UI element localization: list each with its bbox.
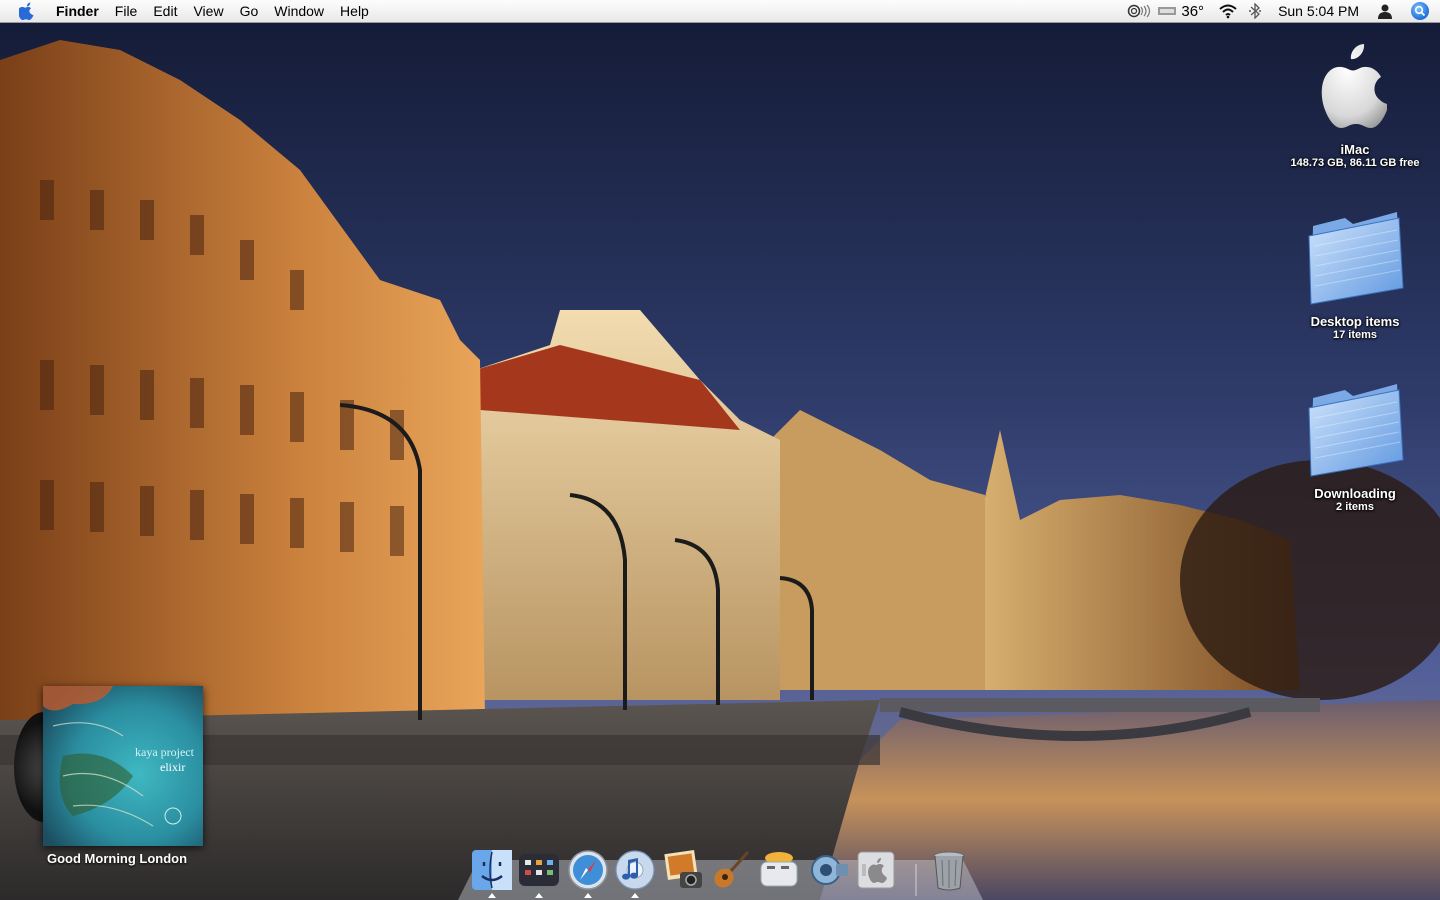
folder-icon: [1308, 384, 1404, 477]
menu-edit[interactable]: Edit: [145, 0, 185, 22]
wifi-icon[interactable]: [1218, 3, 1238, 19]
running-indicator: [488, 893, 496, 898]
desktop-wallpaper: [0, 0, 1440, 900]
desktop-item-imac[interactable]: iMac 148.73 GB, 86.11 GB free: [1280, 42, 1430, 169]
desktop-item-label: Downloading: [1314, 486, 1396, 501]
temperature-readout[interactable]: 36°: [1181, 3, 1204, 20]
desktop-item-label: Desktop items: [1310, 314, 1400, 329]
spotlight-icon[interactable]: [1411, 2, 1429, 20]
menu-window[interactable]: Window: [266, 0, 332, 22]
apple-icon[interactable]: [19, 2, 37, 20]
menu-bar: Finder File Edit View Go Window Help 36°…: [0, 0, 1440, 23]
menubar-clock[interactable]: Sun 5:04 PM: [1278, 3, 1359, 19]
weather-icon[interactable]: [1157, 6, 1177, 16]
dock-utility-icon[interactable]: [806, 848, 850, 892]
dock-system-icon[interactable]: [854, 848, 898, 892]
menu-go[interactable]: Go: [232, 0, 267, 22]
now-playing-track: Good Morning London: [47, 851, 188, 866]
menu-help[interactable]: Help: [332, 0, 377, 22]
user-icon[interactable]: [1377, 3, 1393, 19]
bluetooth-icon[interactable]: [1248, 3, 1262, 19]
desktop-item-detail: 17 items: [1332, 329, 1378, 341]
dock-iphoto-icon[interactable]: [662, 848, 706, 892]
album-text-artist: kaya project: [135, 745, 195, 759]
hard-drive-icon: [1321, 44, 1387, 128]
running-indicator: [535, 893, 543, 898]
dock-trash-icon[interactable]: [927, 848, 971, 892]
dock-finder-icon[interactable]: [470, 848, 514, 892]
desktop-item-downloading[interactable]: Downloading 2 items: [1280, 378, 1430, 513]
folder-icon: [1308, 212, 1404, 305]
menu-app-name[interactable]: Finder: [54, 0, 107, 22]
desktop-item-label: iMac: [1340, 142, 1370, 157]
running-indicator: [631, 893, 639, 898]
dock-garageband-icon[interactable]: [710, 848, 754, 892]
dock-dashboard-icon[interactable]: [517, 848, 561, 892]
menu-view[interactable]: View: [185, 0, 231, 22]
airtunes-icon[interactable]: [1127, 4, 1153, 18]
dock-itunes-icon[interactable]: [613, 848, 657, 892]
desktop-item-desktop-items[interactable]: Desktop items 17 items: [1280, 206, 1430, 341]
desktop-item-detail: 148.73 GB, 86.11 GB free: [1290, 157, 1420, 169]
album-artwork[interactable]: kaya project elixir: [43, 686, 203, 846]
desktop-item-detail: 2 items: [1336, 501, 1374, 513]
menu-file[interactable]: File: [107, 0, 146, 22]
running-indicator: [584, 893, 592, 898]
dock-toaster-icon[interactable]: [757, 848, 801, 892]
album-text-title: elixir: [160, 760, 185, 774]
dock-safari-icon[interactable]: [566, 848, 610, 892]
